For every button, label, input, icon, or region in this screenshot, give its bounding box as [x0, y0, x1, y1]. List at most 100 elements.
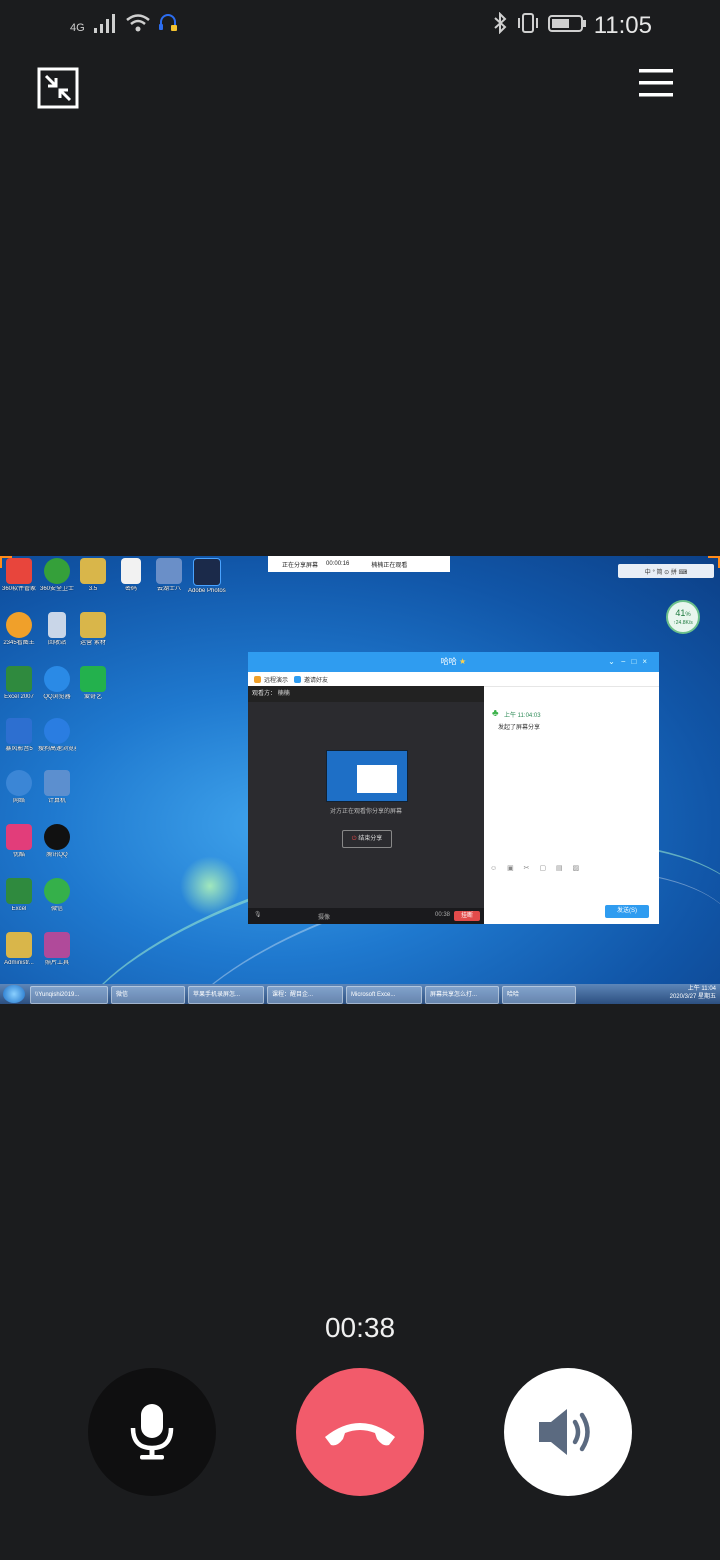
shrink-icon: [37, 67, 79, 109]
desktop-icon[interactable]: 360软件管家: [0, 558, 38, 593]
desktop-icon[interactable]: 360安全卫士: [38, 558, 76, 593]
desktop-icon[interactable]: Excel 2007: [0, 666, 38, 701]
desktop-icon[interactable]: 爱奇艺: [74, 666, 112, 701]
computer-icon: [44, 770, 70, 796]
desktop-icon[interactable]: QQ浏览器: [38, 666, 76, 701]
hangup-mini-button[interactable]: 挂断: [454, 911, 480, 921]
chat-toolbar[interactable]: ☺ ▣ ✂ ▢ ▤ ▨: [490, 864, 654, 872]
app-icon: [44, 558, 70, 584]
speed-sub: ↑24.8K/s: [673, 620, 693, 626]
sogou-browser-icon: [44, 718, 70, 744]
taskbar-item[interactable]: 课程：醒目企...: [267, 986, 343, 1004]
desktop-icon[interactable]: Administr...: [0, 932, 38, 967]
app-icon: [6, 612, 32, 638]
wechat-icon: [44, 878, 70, 904]
clock-time: 上午 11:04: [687, 986, 716, 992]
tab-remote-demo[interactable]: 远程演示: [254, 675, 288, 684]
share-status-text: 正在分享屏幕: [282, 562, 319, 569]
start-button[interactable]: [3, 985, 25, 1003]
desktop-icon[interactable]: 3.5: [74, 558, 112, 593]
hang-up-button[interactable]: [296, 1368, 424, 1496]
desktop-icon[interactable]: 密码: [112, 558, 150, 593]
wifi-icon: [125, 14, 150, 32]
share-viewer-text: 楠楠正在观看: [371, 562, 408, 569]
input-method-toolbar[interactable]: 中 ° 简 ⊙ 拼 ⌨: [618, 564, 714, 578]
taskbar-item[interactable]: 哈哈: [502, 986, 576, 1004]
app-icon: [6, 558, 32, 584]
desktop-icon[interactable]: 云湖士八: [150, 558, 188, 593]
excel-icon: [6, 878, 32, 904]
status-right: [492, 12, 588, 34]
chat-window-titlebar[interactable]: 哈哈 ★ ⌄−□×: [248, 652, 659, 672]
taskbar-item[interactable]: 微信: [111, 986, 185, 1004]
taskbar-item[interactable]: \\Yunqishi2019...: [30, 986, 108, 1004]
youku-icon: [6, 824, 32, 850]
desktop-icon[interactable]: 网络: [0, 770, 38, 805]
viewer-header: 观看方： 楠楠: [248, 686, 484, 702]
invite-icon: [294, 676, 302, 684]
mic-small-icon[interactable]: 🎙: [254, 911, 262, 918]
taskbar-item[interactable]: 屏幕共享怎么打...: [425, 986, 499, 1004]
end-share-button[interactable]: ⏻ 结束分享: [342, 830, 392, 848]
desktop-icon[interactable]: 回收站: [38, 612, 76, 647]
desktop-icon[interactable]: Adobe Photosh...: [188, 558, 226, 595]
viewer-name: 楠楠: [277, 691, 290, 697]
clover-icon: ♣: [492, 708, 499, 719]
call-timer: 00:38: [324, 1312, 396, 1343]
taskbar-items: \\Yunqishi2019... 微信 苹果手机录屏怎... 课程：醒目企..…: [30, 986, 576, 1004]
document-icon: [121, 558, 141, 584]
status-left: 4G: [70, 12, 179, 34]
camera-label[interactable]: 摄像: [318, 912, 330, 921]
desktop-icon[interactable]: 暴风影音5: [0, 718, 38, 753]
qq-icon: [44, 824, 70, 850]
message-time: 上午 11:04:03: [504, 713, 541, 719]
desktop-icon[interactable]: 照片工具: [38, 932, 76, 967]
taskbar-item[interactable]: 苹果手机录屏怎...: [188, 986, 264, 1004]
window-controls[interactable]: ⌄−□×: [608, 652, 653, 672]
windows-taskbar: \\Yunqishi2019... 微信 苹果手机录屏怎... 课程：醒目企..…: [0, 984, 720, 1004]
share-status-bar: 正在分享屏幕 00:00:16 楠楠正在观看: [268, 556, 450, 572]
star-icon: ★: [459, 657, 467, 666]
desktop-icon[interactable]: 2345看图王: [0, 612, 38, 647]
vibrate-icon: [518, 13, 538, 33]
message-text: 发起了屏幕分享: [498, 725, 541, 731]
desktop-icon[interactable]: 搜狗高速浏览器: [38, 718, 76, 753]
network-type-label: 4G: [70, 22, 85, 34]
battery-icon: [548, 15, 586, 32]
network-speed-widget[interactable]: 41% ↑24.8K/s: [666, 600, 700, 634]
wallpaper-glow: [180, 856, 240, 916]
watching-notice: 对方正在观看你分享的屏幕: [329, 809, 402, 815]
shared-screen-view[interactable]: 360软件管家 360安全卫士 3.5 密码 云湖士八 Adobe Photos…: [0, 556, 720, 1004]
app-icon: [44, 932, 70, 958]
desktop-icon[interactable]: 运营 素材: [74, 612, 112, 647]
chat-window-title: 哈哈: [440, 657, 457, 666]
video-panel: 观看方： 楠楠 对方正在观看你分享的屏幕 ⏻ 结束分享 🎙 摄像 00:38 挂…: [248, 686, 484, 924]
taskbar-clock[interactable]: 上午 11:04 2020/3/27 星期五: [670, 985, 716, 1001]
minimize-window-button[interactable]: [36, 66, 80, 110]
app-icon: [156, 558, 182, 584]
folder-icon: [6, 932, 32, 958]
remote-demo-icon: [254, 676, 261, 684]
percent-unit: %: [685, 612, 691, 618]
speaker-button[interactable]: [504, 1368, 632, 1496]
desktop-icon[interactable]: Excel: [0, 878, 38, 913]
menu-icon: [639, 69, 673, 97]
desktop-icon[interactable]: 微信: [38, 878, 76, 913]
desktop-icon[interactable]: 腾讯QQ: [38, 824, 76, 859]
browser-icon: [44, 666, 70, 692]
tab-invite-friends[interactable]: 邀请好友: [294, 675, 328, 684]
mute-button[interactable]: [88, 1368, 216, 1496]
menu-button[interactable]: [638, 66, 682, 110]
excel-icon: [6, 666, 32, 692]
desktop-icon[interactable]: 优酷: [0, 824, 38, 859]
folder-icon: [80, 612, 106, 638]
video-control-bar: 🎙 摄像 00:38 挂断: [248, 908, 484, 924]
app-icon: [6, 718, 32, 744]
hang-up-phone-icon: [325, 1423, 395, 1446]
recycle-bin-icon: [48, 612, 66, 638]
desktop-icon[interactable]: 计算机: [38, 770, 76, 805]
send-button[interactable]: 发送(S): [605, 905, 649, 918]
taskbar-item[interactable]: Microsoft Exce...: [346, 986, 422, 1004]
share-timer: 00:00:16: [326, 561, 350, 567]
chat-window[interactable]: 哈哈 ★ ⌄−□× 远程演示 邀请好友 观看方： 楠楠 对方正在观看你分享的屏幕…: [248, 652, 659, 924]
